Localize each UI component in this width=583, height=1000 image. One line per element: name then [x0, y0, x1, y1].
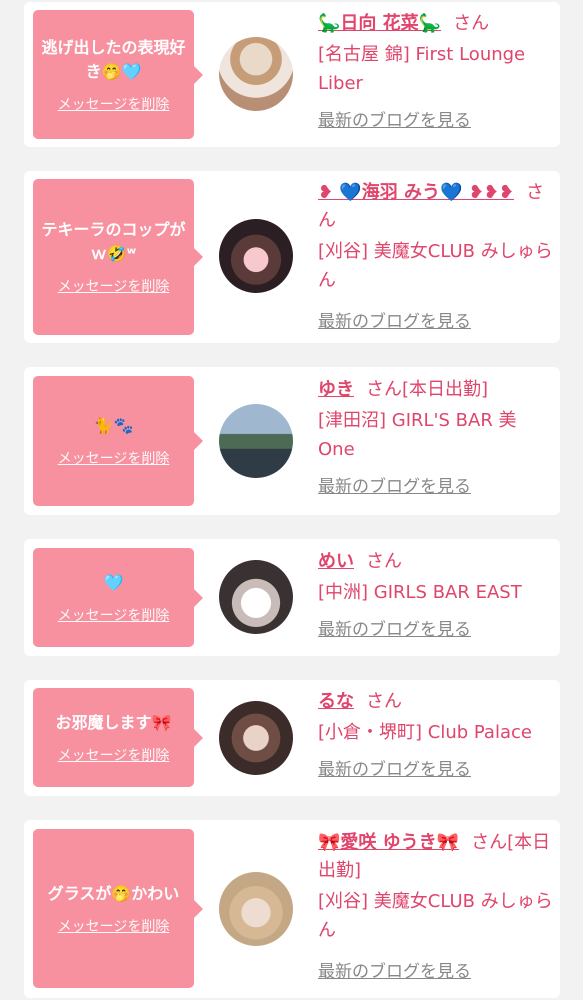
message-card: 逃げ出したの表現好き🤭🩵 メッセージを削除 🦕日向 花菜🦕 さん [名古屋 錦] … — [24, 2, 560, 147]
avatar[interactable] — [219, 219, 293, 293]
message-list: 逃げ出したの表現好き🤭🩵 メッセージを削除 🦕日向 花菜🦕 さん [名古屋 錦] … — [0, 0, 583, 1000]
message-text: 逃げ出したの表現好き🤭🩵 — [41, 37, 186, 81]
delete-message-link[interactable]: メッセージを削除 — [58, 276, 170, 296]
cast-name-link[interactable]: ❥ 💙海羽 みう💙 ❥❥❥ — [318, 182, 514, 203]
delete-message-link[interactable]: メッセージを削除 — [58, 745, 170, 765]
avatar[interactable] — [219, 404, 293, 478]
avatar[interactable] — [219, 37, 293, 111]
avatar[interactable] — [219, 701, 293, 775]
name-suffix: さん[本日出勤] — [366, 379, 489, 400]
delete-message-link[interactable]: メッセージを削除 — [58, 916, 170, 936]
latest-blog-link[interactable]: 最新のブログを見る — [318, 755, 471, 780]
cast-name-link[interactable]: めい — [318, 551, 354, 572]
message-card: 🐈🐾 メッセージを削除 ゆき さん[本日出勤] [津田沼] GIRL'S BAR … — [24, 367, 560, 515]
card-info: ゆき さん[本日出勤] [津田沼] GIRL'S BAR 美 One 最新のブログ… — [318, 376, 554, 497]
message-card: 🩵 メッセージを削除 めい さん [中洲] GIRLS BAR EAST 最新のブ… — [24, 539, 560, 656]
latest-blog-link[interactable]: 最新のブログを見る — [318, 106, 471, 131]
message-card: お邪魔します🎀 メッセージを削除 るな さん [小倉・堺町] Club Palac… — [24, 680, 560, 796]
message-text: グラスが🤭かわい — [47, 883, 180, 903]
delete-message-link[interactable]: メッセージを削除 — [58, 94, 170, 114]
avatar[interactable] — [219, 560, 293, 634]
card-info: 🦕日向 花菜🦕 さん [名古屋 錦] First Lounge Liber 最新の… — [318, 10, 554, 131]
message-bubble: テキーラのコップがｗ🤣ʷ メッセージを削除 — [33, 179, 203, 335]
avatar[interactable] — [219, 872, 293, 946]
message-text: 🩵 — [103, 572, 124, 592]
message-card: グラスが🤭かわい メッセージを削除 🎀愛咲 ゆうき🎀 さん[本日出勤] [刈谷] … — [24, 820, 560, 998]
name-suffix: さん — [366, 691, 402, 712]
cast-name-link[interactable]: ゆき — [318, 379, 354, 400]
shop-name: [刈谷] 美魔女CLUB みしゅらん — [318, 241, 553, 291]
name-suffix: さん — [366, 551, 402, 572]
shop-name: [名古屋 錦] First Lounge Liber — [318, 44, 526, 94]
delete-message-link[interactable]: メッセージを削除 — [58, 605, 170, 625]
shop-name: [小倉・堺町] Club Palace — [318, 722, 532, 743]
shop-name: [刈谷] 美魔女CLUB みしゅらん — [318, 891, 553, 941]
message-bubble: 🐈🐾 メッセージを削除 — [33, 376, 203, 506]
cast-name-link[interactable]: るな — [318, 691, 354, 712]
message-text: お邪魔します🎀 — [55, 712, 172, 732]
latest-blog-link[interactable]: 最新のブログを見る — [318, 615, 471, 640]
message-text: 🐈🐾 — [93, 416, 134, 435]
message-card: テキーラのコップがｗ🤣ʷ メッセージを削除 ❥ 💙海羽 みう💙 ❥❥❥ さん [刈… — [24, 171, 560, 343]
latest-blog-link[interactable]: 最新のブログを見る — [318, 472, 471, 497]
cast-name-link[interactable]: 🦕日向 花菜🦕 — [318, 13, 441, 34]
shop-name: [中洲] GIRLS BAR EAST — [318, 582, 522, 603]
cast-name-link[interactable]: 🎀愛咲 ゆうき🎀 — [318, 832, 459, 853]
shop-name: [津田沼] GIRL'S BAR 美 One — [318, 410, 517, 460]
card-info: めい さん [中洲] GIRLS BAR EAST 最新のブログを見る — [318, 548, 554, 640]
delete-message-link[interactable]: メッセージを削除 — [58, 448, 170, 468]
message-text: テキーラのコップがｗ🤣ʷ — [41, 220, 186, 263]
message-bubble: グラスが🤭かわい メッセージを削除 — [33, 829, 203, 988]
name-suffix: さん — [453, 13, 490, 34]
card-info: ❥ 💙海羽 みう💙 ❥❥❥ さん [刈谷] 美魔女CLUB みしゅらん 最新のブロ… — [318, 179, 554, 332]
card-info: 🎀愛咲 ゆうき🎀 さん[本日出勤] [刈谷] 美魔女CLUB みしゅらん 最新のブ… — [318, 829, 554, 982]
message-bubble: 🩵 メッセージを削除 — [33, 548, 203, 647]
card-info: るな さん [小倉・堺町] Club Palace 最新のブログを見る — [318, 688, 554, 780]
message-bubble: 逃げ出したの表現好き🤭🩵 メッセージを削除 — [33, 10, 203, 139]
message-bubble: お邪魔します🎀 メッセージを削除 — [33, 688, 203, 787]
latest-blog-link[interactable]: 最新のブログを見る — [318, 307, 471, 332]
latest-blog-link[interactable]: 最新のブログを見る — [318, 957, 471, 982]
